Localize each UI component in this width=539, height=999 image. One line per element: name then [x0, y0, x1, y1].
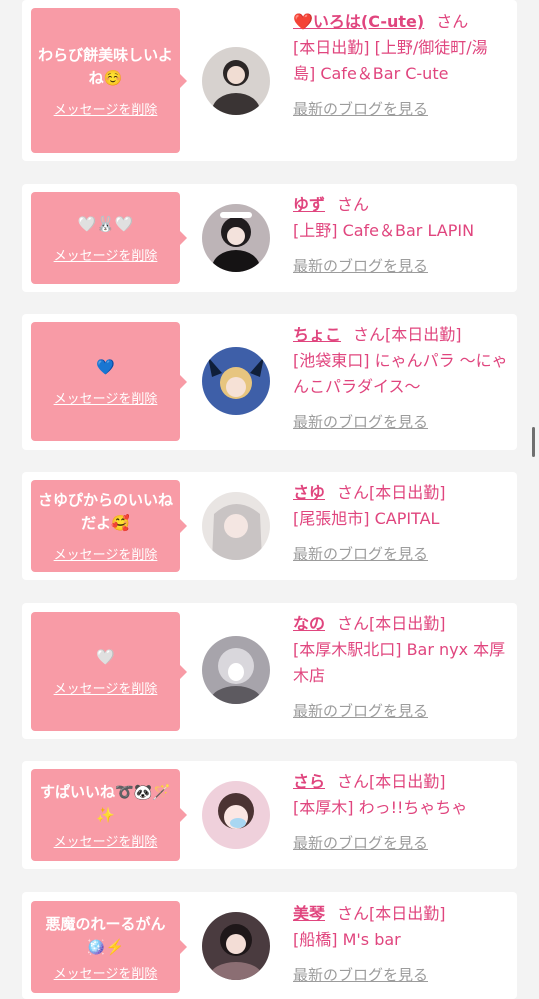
message-bubble: 🤍 メッセージを削除 [31, 612, 187, 731]
shop-info: [上野] Cafe＆Bar LAPIN [293, 221, 475, 240]
shop-info: [本厚木駅北口] Bar nyx 本厚木店 [293, 640, 506, 685]
avatar[interactable] [202, 347, 270, 415]
shop-info: [船橋] M's bar [293, 930, 401, 949]
shop-info: [本日出勤] [上野/御徒町/湯島] Cafe＆Bar C-ute [293, 38, 488, 83]
delete-message-link[interactable]: メッセージを削除 [54, 245, 158, 264]
avatar[interactable] [202, 636, 270, 704]
avatar[interactable] [202, 781, 270, 849]
avatar-photo [202, 781, 270, 849]
attendance-status: [本日出勤] [369, 772, 446, 791]
message-text: 🤍 [96, 648, 115, 666]
message-bubble: さゆぴからのいいねだよ🥰 メッセージを削除 [31, 480, 187, 572]
avatar[interactable] [202, 912, 270, 980]
delete-message-link[interactable]: メッセージを削除 [54, 831, 158, 850]
message-bubble: すぱいいね➰🐼🪄✨ メッセージを削除 [31, 769, 187, 861]
latest-blog-link[interactable]: 最新のブログを見る [293, 962, 508, 988]
like-card: わらび餅美味しいよね☺️ メッセージを削除 ❤️いろは(C-ute) さん [本日… [22, 0, 517, 161]
shop-info: [尾張旭市] CAPITAL [293, 509, 440, 528]
honorific: さん [337, 483, 370, 502]
cast-info: ❤️いろは(C-ute) さん [本日出勤] [上野/御徒町/湯島] Cafe＆B… [293, 9, 508, 122]
avatar[interactable] [202, 492, 270, 560]
cast-info: 美琴 さん[本日出勤] [船橋] M's bar 最新のブログを見る [293, 901, 508, 988]
like-card: 🤍 メッセージを削除 なの さん[本日出勤] [本厚木駅北口] Bar nyx 本… [22, 603, 517, 739]
message-text: 悪魔のれーるがん🪩⚡️ [45, 914, 166, 956]
avatar[interactable] [202, 204, 270, 272]
message-text: 💙 [96, 358, 115, 376]
message-bubble: 💙 メッセージを削除 [31, 322, 187, 441]
delete-message-link[interactable]: メッセージを削除 [54, 544, 158, 563]
scrollbar-thumb[interactable] [532, 427, 535, 457]
honorific: さん [337, 195, 370, 214]
cast-info: ゆず さん [上野] Cafe＆Bar LAPIN 最新のブログを見る [293, 192, 508, 279]
like-card: 悪魔のれーるがん🪩⚡️ メッセージを削除 美琴 さん[本日出勤] [船橋] M's… [22, 892, 517, 999]
cast-name-link[interactable]: さら [293, 772, 325, 791]
message-bubble: 悪魔のれーるがん🪩⚡️ メッセージを削除 [31, 901, 187, 993]
avatar[interactable] [202, 47, 270, 115]
honorific: さん [337, 772, 370, 791]
shop-info: [池袋東口] にゃんパラ 〜にゃんこパラダイス〜 [293, 351, 508, 396]
avatar-photo [202, 492, 270, 560]
delete-message-link[interactable]: メッセージを削除 [54, 678, 158, 697]
delete-message-link[interactable]: メッセージを削除 [54, 963, 158, 982]
attendance-status: [本日出勤] [385, 325, 462, 344]
latest-blog-link[interactable]: 最新のブログを見る [293, 409, 508, 435]
honorific: さん [337, 614, 370, 633]
delete-message-link[interactable]: メッセージを削除 [54, 388, 158, 407]
cast-info: さゆ さん[本日出勤] [尾張旭市] CAPITAL 最新のブログを見る [293, 480, 508, 567]
honorific: さん [436, 12, 469, 31]
like-card: 🤍🐰🤍 メッセージを削除 ゆず さん [上野] Cafe＆Bar LAPIN 最新… [22, 184, 517, 292]
like-card: すぱいいね➰🐼🪄✨ メッセージを削除 さら さん[本日出勤] [本厚木] わっ!!… [22, 761, 517, 869]
cast-name-link[interactable]: ゆず [293, 195, 325, 214]
cast-info: さら さん[本日出勤] [本厚木] わっ!!ちゃちゃ 最新のブログを見る [293, 769, 508, 856]
cast-name-link[interactable]: ❤️いろは(C-ute) [293, 12, 424, 31]
cast-name-link[interactable]: ちょこ [293, 325, 341, 344]
message-bubble: わらび餅美味しいよね☺️ メッセージを削除 [31, 8, 187, 153]
attendance-status: [本日出勤] [369, 614, 446, 633]
attendance-status: [本日出勤] [369, 483, 446, 502]
avatar-photo [202, 347, 270, 415]
avatar-photo [202, 636, 270, 704]
cast-info: なの さん[本日出勤] [本厚木駅北口] Bar nyx 本厚木店 最新のブログを… [293, 611, 508, 724]
latest-blog-link[interactable]: 最新のブログを見る [293, 96, 508, 122]
avatar-photo [202, 47, 270, 115]
honorific: さん [353, 325, 386, 344]
message-bubble: 🤍🐰🤍 メッセージを削除 [31, 192, 187, 284]
latest-blog-link[interactable]: 最新のブログを見る [293, 698, 508, 724]
message-text: すぱいいね➰🐼🪄✨ [39, 782, 172, 824]
message-text: さゆぴからのいいねだよ🥰 [37, 491, 173, 532]
cast-name-link[interactable]: なの [293, 614, 325, 633]
message-text: 🤍🐰🤍 [77, 214, 134, 233]
like-card: さゆぴからのいいねだよ🥰 メッセージを削除 さゆ さん[本日出勤] [尾張旭市] … [22, 472, 517, 580]
like-card: 💙 メッセージを削除 ちょこ さん[本日出勤] [池袋東口] にゃんパラ 〜にゃん… [22, 314, 517, 450]
honorific: さん [337, 904, 370, 923]
cast-name-link[interactable]: さゆ [293, 483, 325, 502]
cast-name-link[interactable]: 美琴 [293, 904, 325, 923]
cast-info: ちょこ さん[本日出勤] [池袋東口] にゃんパラ 〜にゃんこパラダイス〜 最新の… [293, 322, 508, 435]
shop-info: [本厚木] わっ!!ちゃちゃ [293, 798, 468, 817]
message-text: わらび餅美味しいよね☺️ [38, 45, 173, 87]
delete-message-link[interactable]: メッセージを削除 [54, 99, 158, 118]
attendance-status: [本日出勤] [369, 904, 446, 923]
latest-blog-link[interactable]: 最新のブログを見る [293, 253, 508, 279]
latest-blog-link[interactable]: 最新のブログを見る [293, 541, 508, 567]
latest-blog-link[interactable]: 最新のブログを見る [293, 830, 508, 856]
avatar-photo [202, 204, 270, 272]
avatar-photo [202, 912, 270, 980]
